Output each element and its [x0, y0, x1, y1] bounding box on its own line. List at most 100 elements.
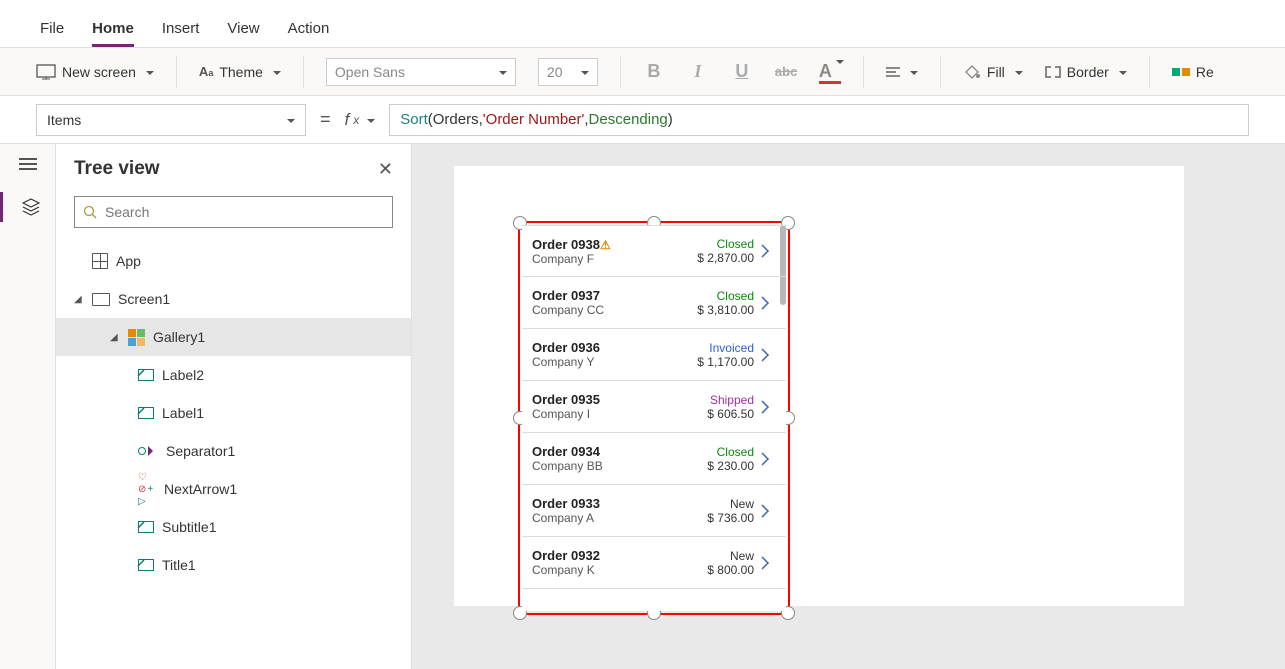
gallery-item[interactable]: Order 0932Company KNew$ 800.00	[522, 537, 786, 589]
tree-label: Screen1	[118, 291, 170, 307]
gallery-item[interactable]: Order 0935Company IShipped$ 606.50	[522, 381, 786, 433]
chevron-down-icon	[1015, 71, 1023, 79]
tree-node-label1[interactable]: Label1	[56, 394, 411, 432]
chevron-right-icon[interactable]	[754, 400, 776, 414]
label-icon	[138, 559, 154, 571]
separator	[940, 56, 941, 88]
new-screen-button[interactable]: New screen	[36, 64, 154, 80]
bold-button[interactable]: B	[643, 61, 665, 82]
close-panel-button[interactable]: ✕	[378, 159, 393, 180]
amount-label: $ 736.00	[684, 511, 754, 525]
font-size-select[interactable]: 20	[538, 58, 598, 86]
gallery-item-left: Order 0936Company Y	[532, 340, 684, 369]
property-name: Items	[47, 112, 81, 128]
fill-button[interactable]: Fill	[963, 64, 1023, 80]
menu-toggle-button[interactable]	[19, 158, 37, 170]
strike-button[interactable]: abc	[775, 64, 797, 79]
property-select[interactable]: Items	[36, 104, 306, 136]
theme-button[interactable]: Aa Theme	[199, 64, 281, 80]
font-color-button[interactable]: A	[819, 61, 841, 82]
tree-view-tab[interactable]	[0, 192, 55, 222]
tree-label: Separator1	[166, 443, 235, 459]
gallery-selection[interactable]: ✎ Order 0938⚠Company FClosed$ 2,870.00Or…	[518, 221, 790, 615]
chevron-right-icon[interactable]	[754, 244, 776, 258]
chevron-right-icon[interactable]	[754, 556, 776, 570]
fx-button[interactable]: fx	[345, 110, 376, 130]
gallery-item[interactable]: Order 0938⚠Company FClosed$ 2,870.00	[522, 225, 786, 277]
artboard[interactable]: ✎ Order 0938⚠Company FClosed$ 2,870.00Or…	[454, 166, 1184, 606]
reorder-button[interactable]: Re	[1172, 64, 1214, 80]
company-label: Company A	[532, 511, 684, 525]
equals-label: =	[320, 109, 331, 130]
separator	[863, 56, 864, 88]
tree-search[interactable]	[74, 196, 393, 228]
formula-kw: Descending	[589, 111, 668, 128]
formula-input[interactable]: Sort( Orders, 'Order Number', Descending…	[389, 104, 1249, 136]
chevron-right-icon[interactable]	[754, 452, 776, 466]
expander-icon[interactable]: ◢	[74, 294, 84, 305]
new-screen-label: New screen	[62, 64, 136, 80]
gallery-item-right: Closed$ 2,870.00	[684, 237, 754, 265]
reorder-icon	[1172, 68, 1190, 76]
gallery-item[interactable]: Order 0934Company BBClosed$ 230.00	[522, 433, 786, 485]
tree-node-nextarrow[interactable]: ♡⊘+▷ NextArrow1	[56, 470, 411, 508]
tree: App ◢ Screen1 ◢ Gallery1 Label2 L	[56, 236, 411, 590]
chevron-right-icon[interactable]	[754, 504, 776, 518]
gallery-item-left: Order 0937Company CC	[532, 288, 684, 317]
chevron-right-icon[interactable]	[754, 296, 776, 310]
left-rail	[0, 144, 56, 669]
status-label: Shipped	[684, 393, 754, 407]
menu-file[interactable]: File	[40, 20, 64, 47]
chevron-down-icon	[146, 71, 154, 79]
align-button[interactable]	[886, 67, 918, 77]
tree-node-subtitle[interactable]: Subtitle1	[56, 508, 411, 546]
menu-insert[interactable]: Insert	[162, 20, 200, 47]
gallery-item[interactable]: Order 0936Company YInvoiced$ 1,170.00	[522, 329, 786, 381]
font-select[interactable]: Open Sans	[326, 58, 516, 86]
fill-icon	[963, 64, 981, 80]
separator	[1149, 56, 1150, 88]
tree-title: Tree view	[74, 158, 160, 180]
border-icon	[1045, 66, 1061, 78]
gallery-item-right: Closed$ 3,810.00	[684, 289, 754, 317]
menu-view[interactable]: View	[227, 20, 259, 47]
chevron-down-icon	[273, 71, 281, 79]
tree-label: Title1	[162, 557, 196, 573]
separator-icon	[138, 446, 158, 456]
formula-txt: )	[668, 111, 673, 128]
theme-label: Theme	[219, 64, 263, 80]
gallery-item-left: Order 0932Company K	[532, 548, 684, 577]
tree-node-title[interactable]: Title1	[56, 546, 411, 584]
tree-node-screen[interactable]: ◢ Screen1	[56, 280, 411, 318]
tree-label: NextArrow1	[164, 481, 237, 497]
chevron-right-icon[interactable]	[754, 348, 776, 362]
underline-button[interactable]: U	[731, 61, 753, 82]
tree-node-gallery[interactable]: ◢ Gallery1	[56, 318, 411, 356]
tree-label: Gallery1	[153, 329, 205, 345]
main-area: Tree view ✕ App ◢ Screen1 ◢ Gallery1	[0, 144, 1285, 669]
canvas[interactable]: ✎ Order 0938⚠Company FClosed$ 2,870.00Or…	[412, 144, 1285, 669]
separator	[303, 56, 304, 88]
gallery-item[interactable]: Order 0937Company CCClosed$ 3,810.00	[522, 277, 786, 329]
ribbon: New screen Aa Theme Open Sans 20 B I U a…	[0, 48, 1285, 96]
border-button[interactable]: Border	[1045, 64, 1127, 80]
company-label: Company CC	[532, 303, 684, 317]
formula-txt: Orders	[433, 111, 479, 128]
menu-action[interactable]: Action	[288, 20, 330, 47]
order-title: Order 0932	[532, 548, 684, 563]
warning-icon: ⚠	[600, 238, 611, 252]
expander-icon[interactable]: ◢	[110, 332, 120, 343]
menu-home[interactable]: Home	[92, 20, 134, 47]
gallery-item-right: Closed$ 230.00	[684, 445, 754, 473]
reorder-label: Re	[1196, 64, 1214, 80]
tree-node-app[interactable]: App	[56, 242, 411, 280]
tree-node-separator[interactable]: Separator1	[56, 432, 411, 470]
tree-node-label2[interactable]: Label2	[56, 356, 411, 394]
separator	[176, 56, 177, 88]
gallery-item[interactable]: Order 0933Company ANew$ 736.00	[522, 485, 786, 537]
status-label: Invoiced	[684, 341, 754, 355]
formula-fn: Sort	[400, 111, 428, 128]
gallery-item-right: Invoiced$ 1,170.00	[684, 341, 754, 369]
italic-button[interactable]: I	[687, 61, 709, 82]
search-input[interactable]	[105, 204, 384, 220]
